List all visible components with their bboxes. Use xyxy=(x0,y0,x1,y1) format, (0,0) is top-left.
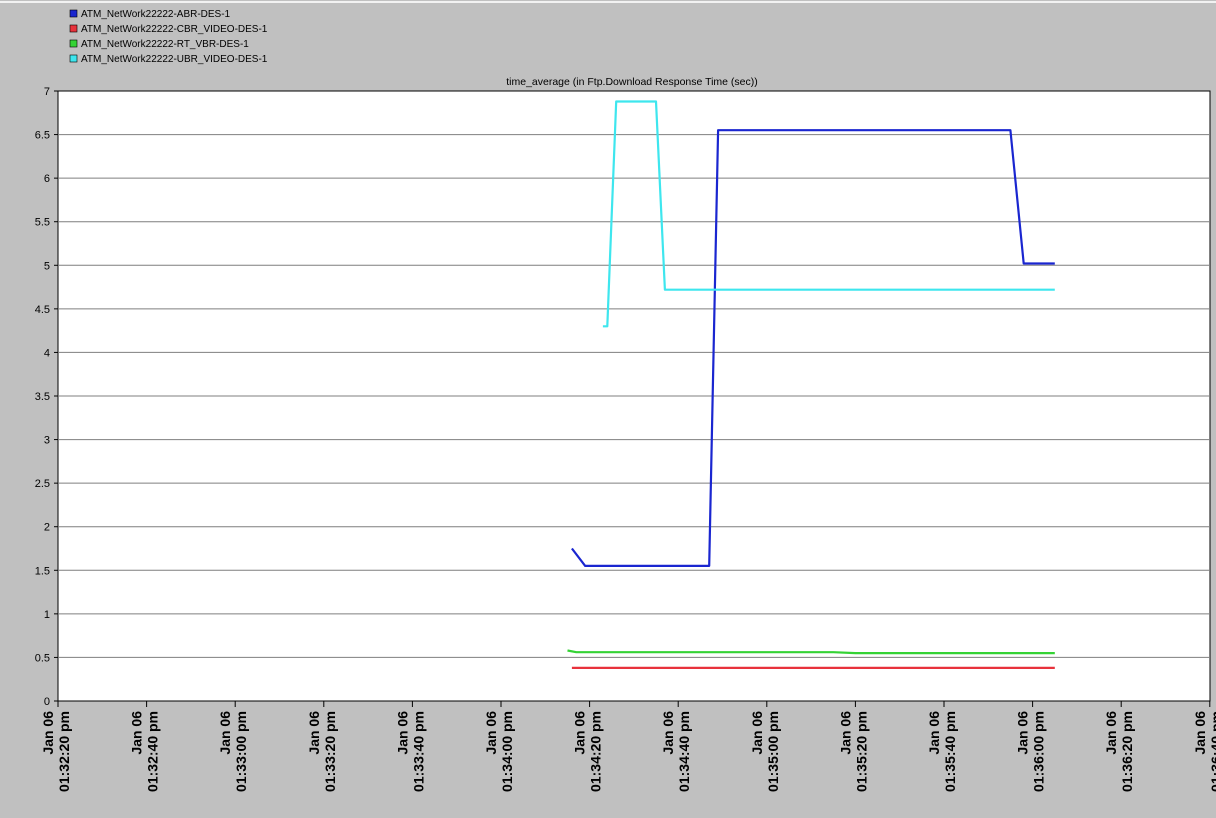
legend-swatch xyxy=(69,24,78,33)
x-tick-time: 01:35:40 pm xyxy=(942,711,958,792)
x-tick-time: 01:33:00 pm xyxy=(233,711,249,792)
legend-label: ATM_NetWork22222-CBR_VIDEO-DES-1 xyxy=(81,24,268,35)
y-tick-label: 5.5 xyxy=(35,217,50,229)
y-tick-label: 4 xyxy=(44,347,50,359)
x-tick-date: Jan 06 xyxy=(926,711,942,755)
x-tick-date: Jan 06 xyxy=(1015,711,1031,755)
x-tick-time: 01:34:20 pm xyxy=(588,711,604,792)
y-tick-label: 7 xyxy=(44,86,50,98)
y-tick-label: 3 xyxy=(44,435,50,447)
legend-swatch xyxy=(69,39,78,48)
x-tick-date: Jan 06 xyxy=(394,711,410,755)
y-tick-label: 0 xyxy=(44,696,50,708)
x-tick-time: 01:36:20 pm xyxy=(1119,711,1135,792)
x-tick-time: 01:32:20 pm xyxy=(56,711,72,792)
x-tick-time: 01:34:40 pm xyxy=(676,711,692,792)
legend-label: ATM_NetWork22222-ABR-DES-1 xyxy=(81,9,231,20)
y-tick-label: 6.5 xyxy=(35,130,50,142)
chart-window: ATM_NetWork22222-ABR-DES-1 ATM_NetWork222… xyxy=(0,0,1216,818)
x-tick-date: Jan 06 xyxy=(572,711,588,755)
y-tick-label: 0.5 xyxy=(35,652,50,664)
x-tick-time: 01:35:20 pm xyxy=(853,711,869,792)
legend-label: ATM_NetWork22222-UBR_VIDEO-DES-1 xyxy=(81,54,268,65)
x-tick-time: 01:32:40 pm xyxy=(145,711,161,792)
x-tick-date: Jan 06 xyxy=(1103,711,1119,755)
legend-swatch xyxy=(69,54,78,63)
x-tick-date: Jan 06 xyxy=(129,711,145,755)
y-tick-label: 1 xyxy=(44,609,50,621)
y-tick-label: 6 xyxy=(44,173,50,185)
chart-title: time_average (in Ftp.Download Response T… xyxy=(506,76,758,88)
y-tick-label: 2 xyxy=(44,522,50,534)
x-tick-date: Jan 06 xyxy=(40,711,56,755)
x-tick-time: 01:36:00 pm xyxy=(1031,711,1047,792)
x-tick-date: Jan 06 xyxy=(749,711,765,755)
y-tick-label: 2.5 xyxy=(35,478,50,490)
y-tick-label: 1.5 xyxy=(35,565,50,577)
y-tick-label: 3.5 xyxy=(35,391,50,403)
x-tick-time: 01:33:20 pm xyxy=(322,711,338,792)
y-tick-label: 5 xyxy=(44,260,50,272)
x-tick-time: 01:36:40 pm xyxy=(1208,711,1216,792)
y-tick-label: 4.5 xyxy=(35,304,50,316)
x-tick-time: 01:33:40 pm xyxy=(410,711,426,792)
x-tick-date: Jan 06 xyxy=(837,711,853,755)
legend-swatch xyxy=(69,9,78,18)
x-tick-date: Jan 06 xyxy=(660,711,676,755)
x-tick-time: 01:34:00 pm xyxy=(499,711,515,792)
x-tick-date: Jan 06 xyxy=(217,711,233,755)
legend-label: ATM_NetWork22222-RT_VBR-DES-1 xyxy=(81,39,249,50)
x-tick-date: Jan 06 xyxy=(1192,711,1208,755)
x-tick-date: Jan 06 xyxy=(483,711,499,755)
x-tick-time: 01:35:00 pm xyxy=(765,711,781,792)
x-tick-date: Jan 06 xyxy=(306,711,322,755)
